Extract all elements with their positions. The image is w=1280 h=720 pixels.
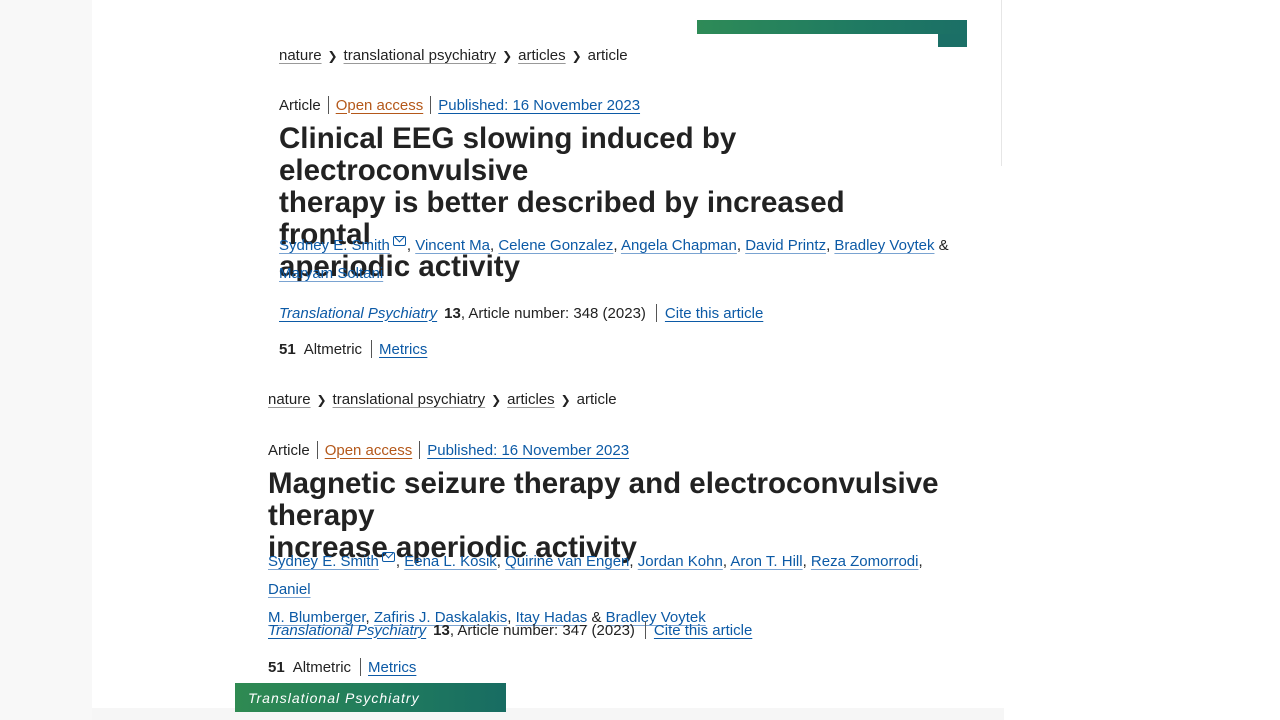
- citation-line: Translational Psychiatry 13 , Article nu…: [279, 304, 763, 322]
- chevron-right-icon: ❯: [316, 392, 327, 407]
- altmetric-score: 51: [268, 658, 285, 676]
- email-icon[interactable]: [381, 552, 395, 562]
- cite-article-link[interactable]: Cite this article: [654, 622, 752, 639]
- meta-divider: [655, 304, 657, 322]
- author-link[interactable]: Jordan Kohn: [638, 553, 723, 570]
- author-link[interactable]: Quirine van Engen: [505, 553, 629, 570]
- published-date-link[interactable]: Published: 16 November 2023: [438, 97, 640, 114]
- author-link[interactable]: Vincent Ma: [415, 237, 490, 254]
- breadcrumb-nature[interactable]: nature: [279, 47, 322, 64]
- published-date-link[interactable]: Published: 16 November 2023: [427, 442, 629, 459]
- author-link[interactable]: David Printz: [745, 237, 826, 254]
- meta-divider: [316, 441, 318, 459]
- metrics-line: 51 Altmetric Metrics: [279, 340, 427, 358]
- breadcrumb-journal[interactable]: translational psychiatry: [344, 47, 497, 64]
- citation-line: Translational Psychiatry 13 , Article nu…: [268, 621, 752, 639]
- journal-link[interactable]: Translational Psychiatry: [279, 305, 437, 322]
- meta-divider: [430, 96, 432, 114]
- title-line: Clinical EEG slowing induced by electroc…: [279, 122, 737, 187]
- breadcrumb-articles[interactable]: articles: [518, 47, 566, 64]
- journal-banner-tab: [938, 34, 967, 47]
- author-link[interactable]: Sydney E. Smith: [268, 553, 379, 570]
- journal-link[interactable]: Translational Psychiatry: [268, 622, 426, 639]
- title-line: Magnetic seizure therapy and electroconv…: [268, 467, 939, 532]
- author-link[interactable]: Sydney E. Smith: [279, 237, 390, 254]
- breadcrumb-articles[interactable]: articles: [507, 391, 555, 408]
- breadcrumb-current: article: [587, 47, 628, 64]
- separator: ,: [722, 553, 727, 570]
- separator: ,: [918, 553, 923, 570]
- cite-article-link[interactable]: Cite this article: [665, 305, 763, 322]
- separator: ,: [406, 237, 412, 254]
- breadcrumb: nature ❯ translational psychiatry ❯ arti…: [268, 391, 617, 408]
- separator: ,: [629, 553, 634, 570]
- email-icon[interactable]: [392, 236, 406, 246]
- author-link[interactable]: Reza Zomorrodi: [811, 553, 919, 570]
- metrics-link[interactable]: Metrics: [379, 341, 427, 358]
- altmetric-label: Altmetric: [303, 340, 363, 358]
- author-link[interactable]: Maryam Soltani: [279, 265, 383, 282]
- breadcrumb-nature[interactable]: nature: [268, 391, 311, 408]
- chevron-right-icon: ❯: [560, 392, 571, 407]
- metrics-line: 51 Altmetric Metrics: [268, 658, 416, 676]
- meta-divider: [360, 658, 362, 676]
- right-divider: [1001, 0, 1002, 166]
- journal-banner-top: [697, 20, 967, 34]
- metrics-link[interactable]: Metrics: [368, 659, 416, 676]
- separator: ,: [490, 237, 495, 254]
- article-type: Article: [279, 96, 321, 114]
- chevron-right-icon: ❯: [327, 48, 338, 63]
- author-list: Sydney E. Smith, Eena L. Kosik, Quirine …: [268, 548, 968, 632]
- meta-divider: [419, 441, 421, 459]
- separator: ,: [802, 553, 807, 570]
- author-link[interactable]: Angela Chapman: [621, 237, 737, 254]
- article-meta: Article Open access Published: 16 Novemb…: [279, 96, 640, 114]
- open-access-link[interactable]: Open access: [325, 442, 413, 459]
- altmetric-label: Altmetric: [292, 658, 352, 676]
- author-link[interactable]: Daniel: [268, 581, 311, 598]
- page-bottom-shadow: [92, 708, 1004, 720]
- article-number: , Article number: 347 (2023): [449, 621, 635, 639]
- article-type: Article: [268, 441, 310, 459]
- meta-divider: [644, 621, 646, 639]
- volume: 13: [433, 621, 450, 639]
- chevron-right-icon: ❯: [491, 392, 502, 407]
- author-list: Sydney E. Smith, Vincent Ma, Celene Gonz…: [279, 232, 969, 288]
- meta-divider: [327, 96, 329, 114]
- separator: ,: [395, 553, 401, 570]
- journal-footer-banner: Translational Psychiatry: [235, 683, 506, 712]
- article-meta: Article Open access Published: 16 Novemb…: [268, 441, 629, 459]
- chevron-right-icon: ❯: [502, 48, 513, 63]
- breadcrumb: nature ❯ translational psychiatry ❯ arti…: [279, 47, 628, 64]
- page-left-margin: [0, 0, 92, 720]
- article-number: , Article number: 348 (2023): [460, 304, 646, 322]
- altmetric-score: 51: [279, 340, 296, 358]
- separator: &: [938, 237, 949, 254]
- breadcrumb-journal[interactable]: translational psychiatry: [333, 391, 486, 408]
- author-link[interactable]: Eena L. Kosik: [404, 553, 497, 570]
- separator: ,: [826, 237, 831, 254]
- author-link[interactable]: Aron T. Hill: [730, 553, 802, 570]
- separator: ,: [613, 237, 618, 254]
- volume: 13: [444, 304, 461, 322]
- chevron-right-icon: ❯: [571, 48, 582, 63]
- meta-divider: [371, 340, 373, 358]
- author-link[interactable]: Bradley Voytek: [834, 237, 934, 254]
- open-access-link[interactable]: Open access: [336, 97, 424, 114]
- separator: ,: [496, 553, 501, 570]
- author-link[interactable]: Celene Gonzalez: [498, 237, 613, 254]
- separator: ,: [736, 237, 742, 254]
- breadcrumb-current: article: [576, 391, 617, 408]
